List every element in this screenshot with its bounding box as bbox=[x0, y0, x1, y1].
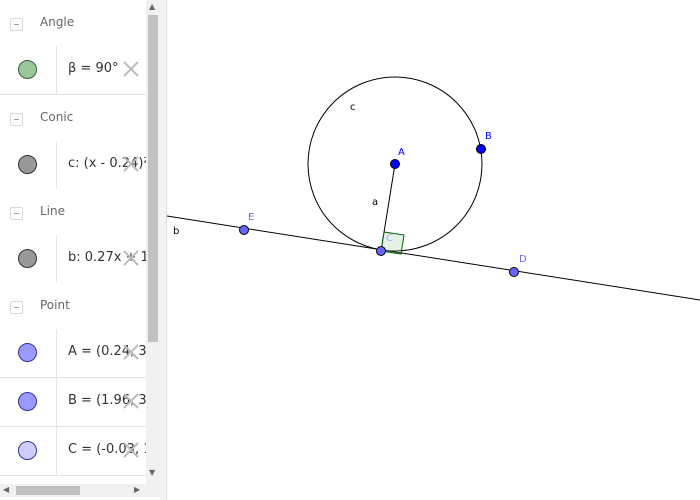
group-header-label: Conic bbox=[40, 110, 74, 124]
visibility-marker[interactable] bbox=[0, 329, 57, 377]
point-c-label: C bbox=[386, 233, 393, 244]
collapse-icon[interactable] bbox=[10, 301, 23, 314]
algebra-item-b[interactable]: b: 0.27x + 1. bbox=[0, 235, 146, 284]
algebra-item-beta[interactable]: β = 90° bbox=[0, 46, 146, 95]
delete-icon[interactable] bbox=[121, 440, 141, 460]
point-e-label: E bbox=[248, 212, 254, 223]
line-marker-icon[interactable] bbox=[18, 249, 37, 268]
delete-icon[interactable] bbox=[121, 154, 141, 174]
group-header-label: Point bbox=[40, 298, 70, 312]
point-c[interactable] bbox=[376, 246, 386, 256]
segment-label: a bbox=[372, 197, 378, 208]
group-header-label: Angle bbox=[40, 15, 75, 29]
point-b-label: B bbox=[485, 131, 492, 142]
scroll-down-icon[interactable]: ▼ bbox=[149, 469, 155, 477]
visibility-marker[interactable] bbox=[0, 235, 57, 283]
algebra-item-c-point[interactable]: C = (-0.03, 1 bbox=[0, 427, 146, 476]
group-header-line[interactable]: Line bbox=[0, 189, 146, 236]
visibility-marker[interactable] bbox=[0, 378, 57, 426]
scrollbar-thumb[interactable] bbox=[16, 486, 80, 495]
group-header-conic[interactable]: Conic bbox=[0, 95, 146, 142]
scroll-left-icon[interactable]: ◀ bbox=[3, 486, 9, 494]
algebra-item-b-point[interactable]: B = (1.96, 3. bbox=[0, 378, 146, 427]
collapse-icon[interactable] bbox=[10, 113, 23, 126]
group-header-angle[interactable]: Angle bbox=[0, 0, 146, 47]
scrollbar-thumb[interactable] bbox=[148, 15, 158, 342]
collapse-icon[interactable] bbox=[10, 18, 23, 31]
scroll-up-icon[interactable]: ▲ bbox=[149, 3, 155, 11]
delete-icon[interactable] bbox=[121, 59, 141, 79]
visibility-marker[interactable] bbox=[0, 141, 57, 189]
point-a[interactable] bbox=[390, 159, 400, 169]
vertical-scrollbar[interactable]: ▲ ▼ bbox=[146, 0, 160, 484]
delete-icon[interactable] bbox=[121, 342, 141, 362]
group-header-label: Line bbox=[40, 204, 66, 218]
point-e[interactable] bbox=[239, 225, 249, 235]
point-d-label: D bbox=[519, 254, 527, 265]
point-marker-icon[interactable] bbox=[18, 441, 37, 460]
visibility-marker[interactable] bbox=[0, 46, 57, 94]
scroll-right-icon[interactable]: ▶ bbox=[134, 486, 140, 494]
point-d[interactable] bbox=[509, 267, 519, 277]
algebra-view: Angle β = 90° Conic c: (x - 0.24)² Line … bbox=[0, 0, 146, 484]
point-marker-icon[interactable] bbox=[18, 343, 37, 362]
group-header-point[interactable]: Point bbox=[0, 283, 146, 330]
visibility-marker[interactable] bbox=[0, 427, 57, 475]
algebra-definition[interactable]: β = 90° bbox=[68, 61, 119, 76]
algebra-item-c[interactable]: c: (x - 0.24)² bbox=[0, 141, 146, 190]
horizontal-scrollbar[interactable]: ◀ ▶ bbox=[0, 484, 160, 497]
conic-marker-icon[interactable] bbox=[18, 155, 37, 174]
point-a-label: A bbox=[398, 147, 405, 158]
angle-marker-icon[interactable] bbox=[18, 60, 37, 79]
view-divider[interactable] bbox=[160, 0, 167, 500]
point-marker-icon[interactable] bbox=[18, 392, 37, 411]
graphics-canvas[interactable]: c b a A B C D E bbox=[167, 0, 700, 500]
graphics-view[interactable]: c b a A B C D E bbox=[167, 0, 700, 500]
collapse-icon[interactable] bbox=[10, 207, 23, 220]
delete-icon[interactable] bbox=[121, 248, 141, 268]
circle-label: c bbox=[350, 102, 356, 113]
line-label: b bbox=[173, 226, 179, 237]
algebra-item-a[interactable]: A = (0.24, 3. bbox=[0, 329, 146, 378]
point-b[interactable] bbox=[476, 144, 486, 154]
delete-icon[interactable] bbox=[121, 391, 141, 411]
